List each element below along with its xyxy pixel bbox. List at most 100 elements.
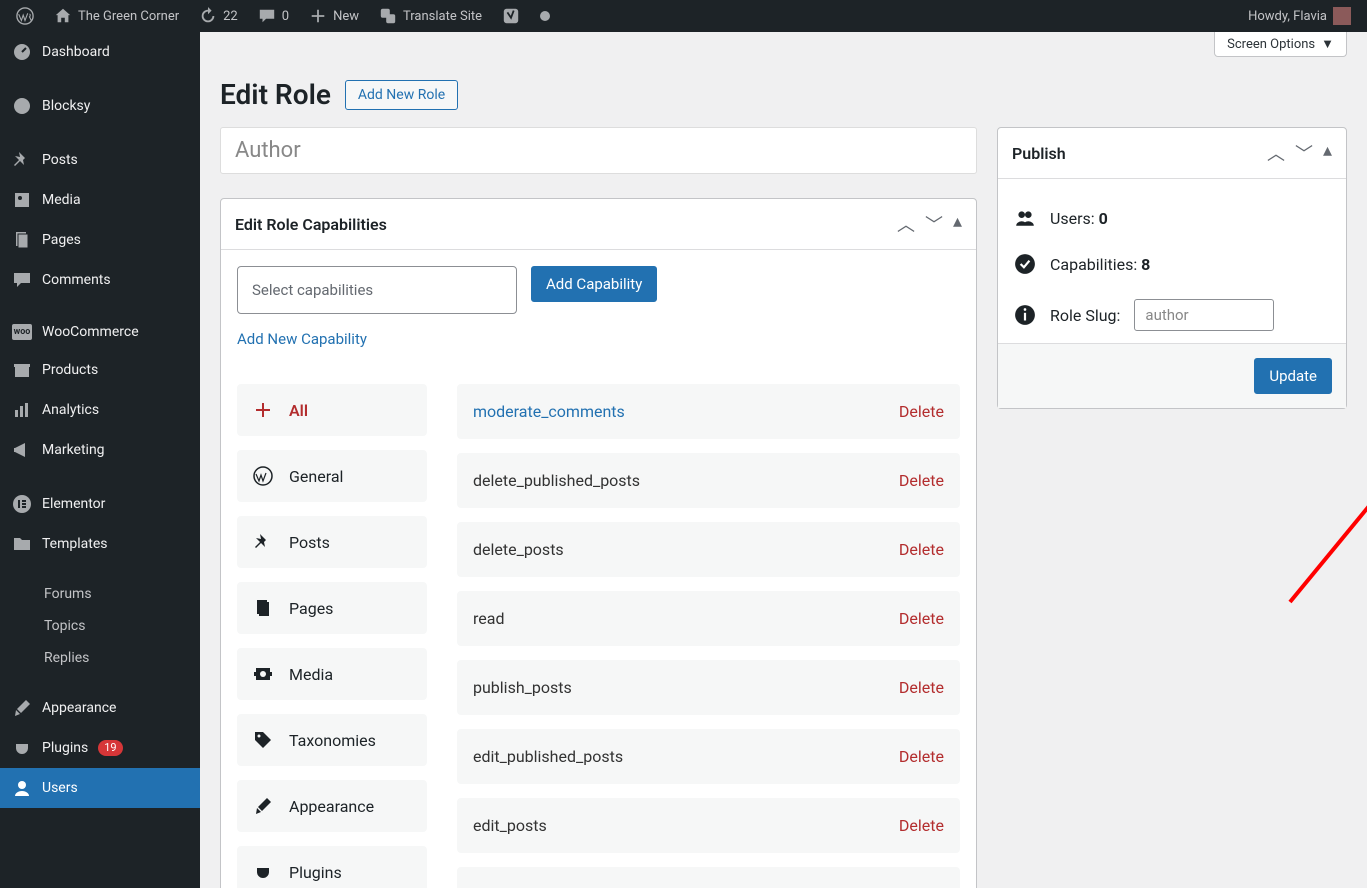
chart-icon <box>12 400 32 420</box>
delete-capability-link[interactable]: Delete <box>899 609 944 628</box>
sidebar-item-plugins[interactable]: Plugins19 <box>0 728 200 768</box>
sidebar-item-appearance[interactable]: Appearance <box>0 688 200 728</box>
sidebar-item-products[interactable]: Products <box>0 350 200 390</box>
yoast-icon <box>502 7 520 25</box>
updates-count: 22 <box>223 9 238 24</box>
category-general[interactable]: General <box>237 450 427 502</box>
avatar-icon <box>1333 7 1351 25</box>
add-new-capability-link[interactable]: Add New Capability <box>237 330 960 348</box>
user-menu[interactable]: Howdy, Flavia <box>1240 0 1359 32</box>
delete-capability-link[interactable]: Delete <box>899 471 944 490</box>
user-icon <box>12 778 32 798</box>
sidebar-sub-forums[interactable]: Forums <box>0 578 200 610</box>
capability-row: edit_posts Delete <box>457 798 960 853</box>
category-all[interactable]: All <box>237 384 427 436</box>
category-icon <box>253 664 273 684</box>
sidebar-sub-replies[interactable]: Replies <box>0 642 200 674</box>
delete-capability-link[interactable]: Delete <box>899 402 944 421</box>
category-taxonomies[interactable]: Taxonomies <box>237 714 427 766</box>
sidebar-item-label: Appearance <box>42 700 116 716</box>
add-capability-button[interactable]: Add Capability <box>531 266 657 302</box>
add-new-role-button[interactable]: Add New Role <box>345 80 458 110</box>
megaphone-icon <box>12 440 32 460</box>
blocksy-icon <box>12 96 32 116</box>
category-media[interactable]: Media <box>237 648 427 700</box>
translate-link[interactable]: Translate Site <box>371 0 490 32</box>
capability-row: moderate_comments Delete <box>457 384 960 439</box>
category-plugins[interactable]: Plugins <box>237 846 427 888</box>
updates-link[interactable]: 22 <box>191 0 246 32</box>
category-appearance[interactable]: Appearance <box>237 780 427 832</box>
sidebar-item-label: Marketing <box>42 442 105 458</box>
update-button[interactable]: Update <box>1254 358 1332 394</box>
chevron-up-icon[interactable]: ︿ <box>1267 140 1285 166</box>
sidebar-sub-topics[interactable]: Topics <box>0 610 200 642</box>
capability-list: moderate_comments Delete delete_published_… <box>457 384 960 888</box>
sidebar-item-users[interactable]: Users <box>0 768 200 808</box>
category-posts[interactable]: Posts <box>237 516 427 568</box>
translate-label: Translate Site <box>403 9 482 24</box>
sidebar-item-label: Posts <box>42 152 78 168</box>
capability-name[interactable]: delete_published_posts <box>473 471 640 490</box>
category-label: Posts <box>289 533 330 552</box>
sidebar-item-pages[interactable]: Pages <box>0 220 200 260</box>
comments-count: 0 <box>282 9 289 24</box>
users-count: 0 <box>1099 209 1108 228</box>
category-icon <box>253 862 273 882</box>
comments-link[interactable]: 0 <box>250 0 297 32</box>
screen-options-toggle[interactable]: Screen Options▼ <box>1214 32 1347 57</box>
capability-name[interactable]: edit_posts <box>473 816 547 835</box>
sidebar-item-marketing[interactable]: Marketing <box>0 430 200 470</box>
triangle-up-icon[interactable]: ▴ <box>1323 140 1332 166</box>
category-icon <box>253 532 273 552</box>
role-name-input[interactable] <box>220 127 977 174</box>
sidebar-item-woocommerce[interactable]: wooWooCommerce <box>0 314 200 350</box>
site-link[interactable]: The Green Corner <box>46 0 187 32</box>
delete-capability-link[interactable]: Delete <box>899 540 944 559</box>
category-icon <box>253 466 273 486</box>
capability-name[interactable]: delete_posts <box>473 540 564 559</box>
capabilities-row: Capabilities: 8 <box>1014 241 1330 287</box>
delete-capability-link[interactable]: Delete <box>899 678 944 697</box>
delete-capability-link[interactable]: Delete <box>899 747 944 766</box>
comment-icon <box>12 270 32 290</box>
sidebar-item-analytics[interactable]: Analytics <box>0 390 200 430</box>
yoast-link[interactable] <box>494 0 528 32</box>
chevron-up-icon[interactable]: ︿ <box>897 211 915 237</box>
category-icon <box>253 730 273 750</box>
sidebar-item-elementor[interactable]: Elementor <box>0 484 200 524</box>
check-circle-icon <box>1014 253 1036 275</box>
sidebar-item-comments[interactable]: Comments <box>0 260 200 300</box>
category-pages[interactable]: Pages <box>237 582 427 634</box>
sidebar-item-templates[interactable]: Templates <box>0 524 200 564</box>
chevron-down-icon[interactable]: ﹀ <box>1295 140 1313 166</box>
admin-bar: The Green Corner 22 0 New Translate Site… <box>0 0 1367 32</box>
capability-name[interactable]: moderate_comments <box>473 402 625 421</box>
capability-name[interactable]: read <box>473 609 504 628</box>
sidebar-item-label: Analytics <box>42 402 99 418</box>
wp-logo[interactable] <box>8 0 42 32</box>
sidebar-item-label: Users <box>42 780 78 796</box>
caps-label: Capabilities: <box>1050 255 1137 274</box>
caret-down-icon: ▼ <box>1321 36 1334 52</box>
dashboard-icon <box>12 42 32 62</box>
triangle-up-icon[interactable]: ▴ <box>953 211 962 237</box>
role-slug-input[interactable] <box>1134 299 1274 331</box>
plus-icon <box>309 7 327 25</box>
new-link[interactable]: New <box>301 0 367 32</box>
capability-name[interactable]: edit_published_posts <box>473 747 623 766</box>
capability-row: edit_published_posts Delete <box>457 729 960 784</box>
capability-name[interactable]: publish_posts <box>473 678 572 697</box>
sidebar-item-blocksy[interactable]: Blocksy <box>0 86 200 126</box>
slug-row: Role Slug: <box>1014 287 1330 343</box>
sidebar-item-media[interactable]: Media <box>0 180 200 220</box>
category-label: Media <box>289 665 333 684</box>
sidebar-item-dashboard[interactable]: Dashboard <box>0 32 200 72</box>
status-dot[interactable] <box>532 0 558 32</box>
chevron-down-icon[interactable]: ﹀ <box>925 211 943 237</box>
select-capabilities-dropdown[interactable]: Select capabilities <box>237 266 517 314</box>
refresh-icon <box>199 7 217 25</box>
delete-capability-link[interactable]: Delete <box>899 816 944 835</box>
page-title: Edit Role <box>220 78 331 111</box>
sidebar-item-posts[interactable]: Posts <box>0 140 200 180</box>
